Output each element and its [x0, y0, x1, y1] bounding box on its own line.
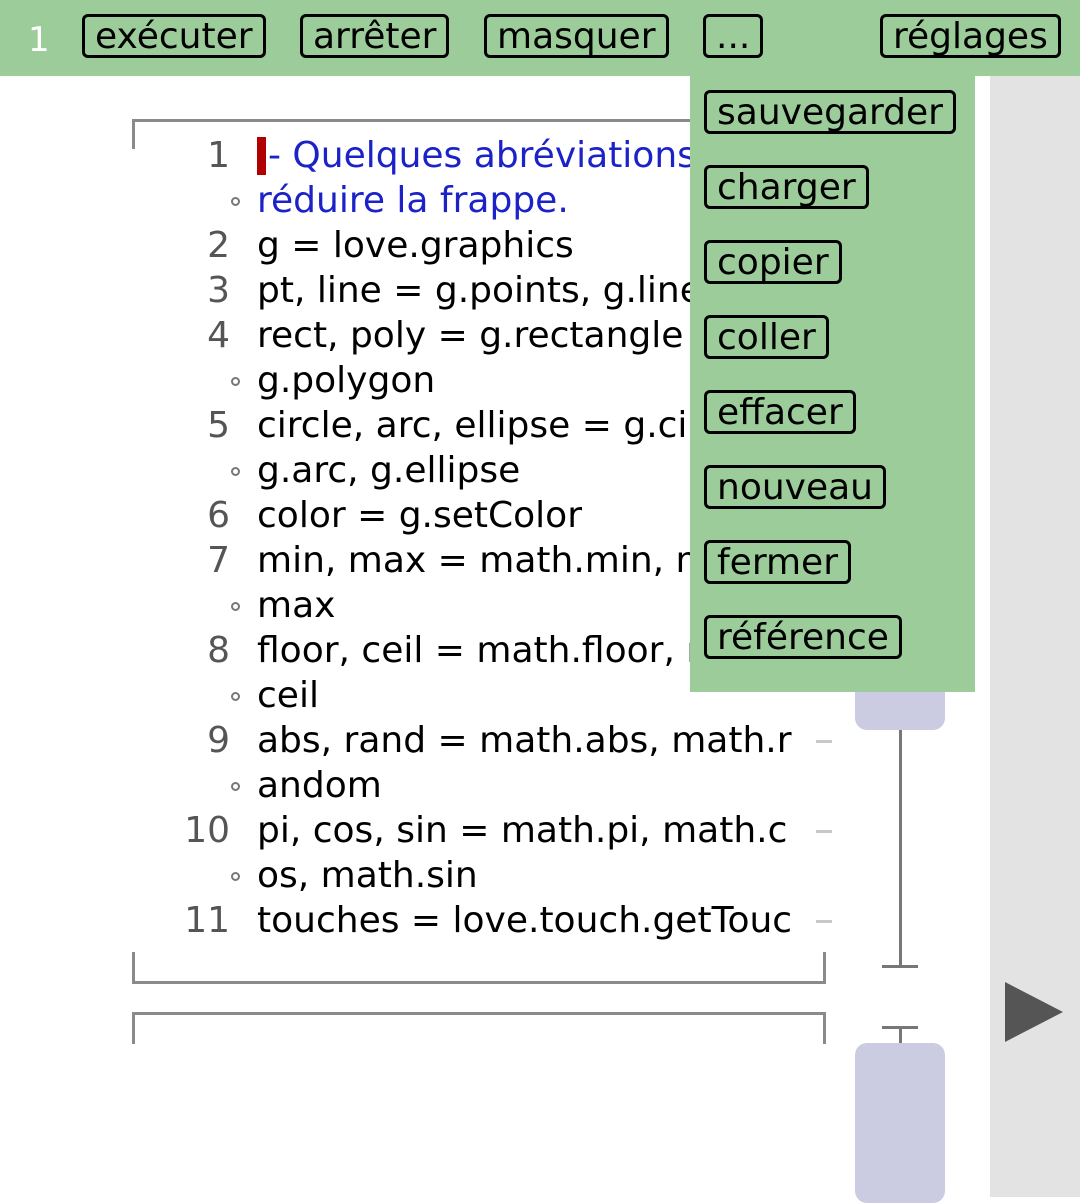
- line-number: 9: [207, 720, 230, 761]
- menu-paste-button[interactable]: coller: [704, 315, 829, 359]
- code-line: color = g.setColor: [257, 495, 583, 536]
- code-line: abs, rand = math.abs, math.r: [257, 720, 792, 761]
- code-line: g.arc, g.ellipse: [257, 450, 521, 491]
- menu-clear-button[interactable]: effacer: [704, 390, 856, 434]
- line-number: 8: [207, 630, 230, 671]
- wrap-indicator-icon: [231, 377, 240, 386]
- line-number: 3: [207, 270, 230, 311]
- line-number: 1: [207, 135, 230, 176]
- play-arrow-icon[interactable]: [1005, 982, 1063, 1042]
- truncation-marker: [816, 920, 832, 923]
- line-number: 7: [207, 540, 230, 581]
- truncation-marker: [816, 740, 832, 743]
- more-menu: sauvegarder charger copier coller efface…: [690, 76, 975, 692]
- menu-close-button[interactable]: fermer: [704, 540, 852, 584]
- code-line: - Quelques abréviations: [268, 135, 696, 176]
- code-line: g.polygon: [257, 360, 436, 401]
- pane-scroll-cap: [882, 965, 918, 968]
- run-button[interactable]: exécuter: [82, 14, 266, 58]
- truncation-marker: [816, 830, 832, 833]
- line-number: 5: [207, 405, 230, 446]
- menu-new-button[interactable]: nouveau: [704, 465, 886, 509]
- wrap-indicator-icon: [231, 872, 240, 881]
- line-number: 10: [184, 810, 230, 851]
- more-button[interactable]: ...: [703, 14, 764, 58]
- scroll-thumb-2[interactable]: [855, 1043, 945, 1203]
- code-line: min, max = math.min, m: [257, 540, 711, 581]
- wrap-indicator-icon: [231, 782, 240, 791]
- code-line: circle, arc, ellipse = g.ci: [257, 405, 688, 446]
- hide-button[interactable]: masquer: [484, 14, 669, 58]
- code-line: g = love.graphics: [257, 225, 574, 266]
- wrap-indicator-icon: [231, 692, 240, 701]
- wrap-indicator-icon: [231, 467, 240, 476]
- stop-button[interactable]: arrêter: [300, 14, 450, 58]
- menu-save-button[interactable]: sauvegarder: [704, 90, 956, 134]
- wrap-indicator-icon: [231, 197, 240, 206]
- menu-load-button[interactable]: charger: [704, 165, 869, 209]
- code-line: réduire la frappe.: [257, 180, 569, 221]
- text-cursor: [257, 137, 266, 175]
- line-number: 11: [184, 900, 230, 941]
- code-line: ceil: [257, 675, 319, 716]
- code-line: andom: [257, 765, 382, 806]
- menu-reference-button[interactable]: référence: [704, 615, 902, 659]
- code-line: touches = love.touch.getTouc: [257, 900, 793, 941]
- code-line: pt, line = g.points, g.line: [257, 270, 702, 311]
- pane-scroll-line: [899, 728, 902, 968]
- tab-number: 1: [28, 20, 50, 60]
- code-line: pi, cos, sin = math.pi, math.c: [257, 810, 788, 851]
- settings-button[interactable]: réglages: [880, 14, 1061, 58]
- line-number: 4: [207, 315, 230, 356]
- code-line: os, math.sin: [257, 855, 478, 896]
- top-toolbar: 1 exécuter arrêter masquer ... réglages: [0, 0, 1080, 76]
- code-line: floor, ceil = math.floor, m: [257, 630, 722, 671]
- wrap-indicator-icon: [231, 602, 240, 611]
- code-line: max: [257, 585, 336, 626]
- code-line: rect, poly = g.rectangle: [257, 315, 684, 356]
- menu-copy-button[interactable]: copier: [704, 240, 842, 284]
- line-number: 6: [207, 495, 230, 536]
- line-number: 2: [207, 225, 230, 266]
